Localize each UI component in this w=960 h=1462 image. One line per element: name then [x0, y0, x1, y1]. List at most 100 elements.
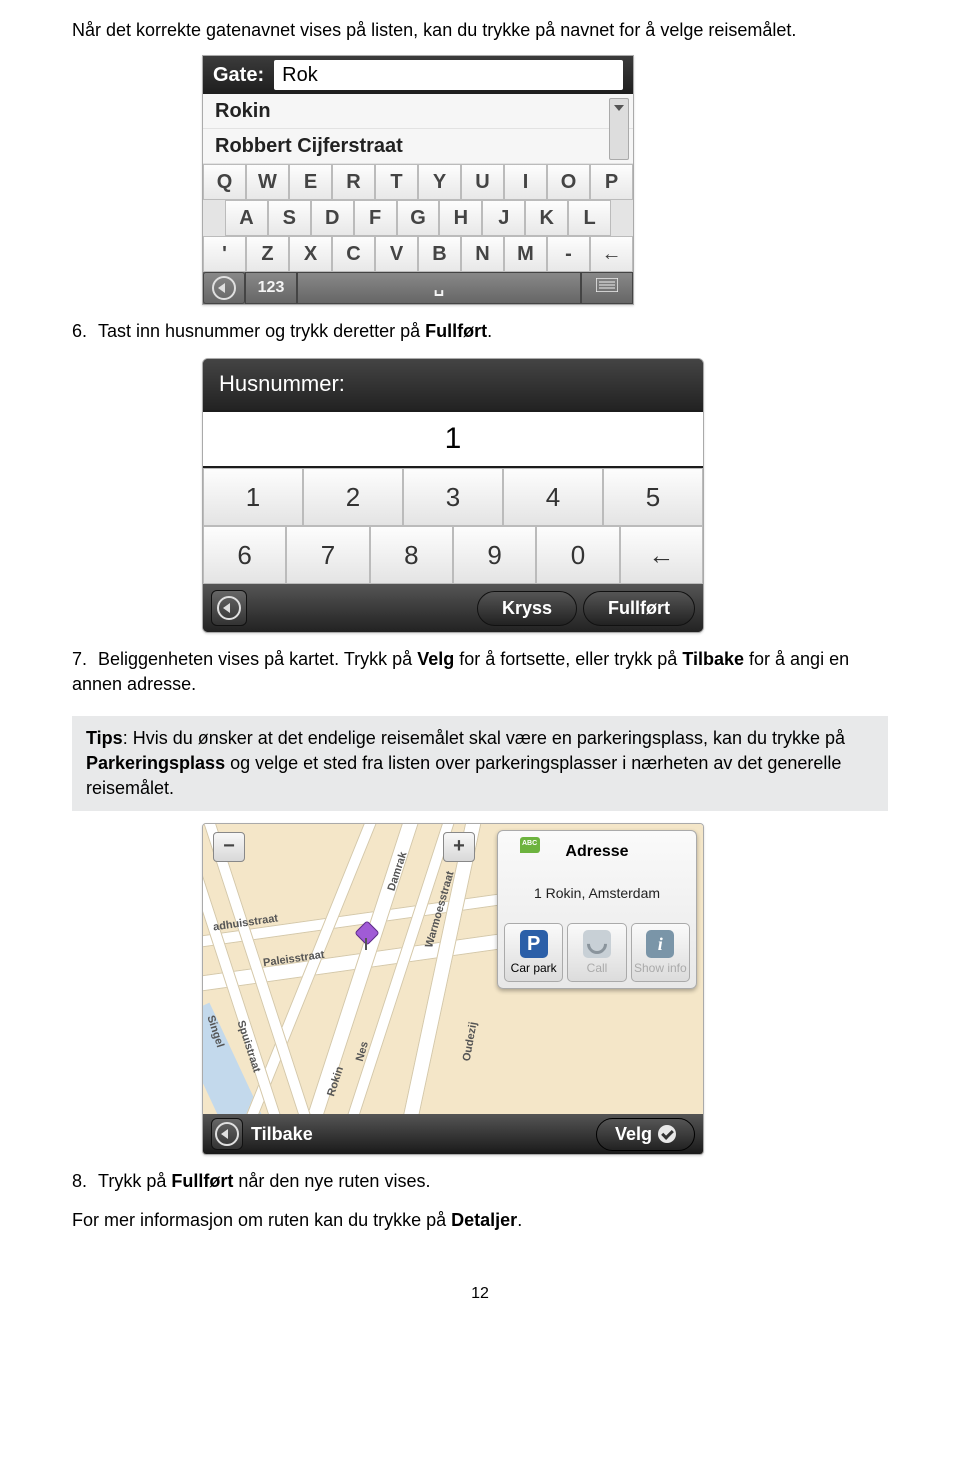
keyboard-key[interactable]: Q	[203, 164, 246, 200]
scrollbar-down-icon[interactable]	[609, 98, 629, 160]
keyboard-key[interactable]: P	[590, 164, 633, 200]
keyboard-key[interactable]: H	[439, 200, 482, 236]
step-7: 7.Beliggenheten vises på kartet. Trykk p…	[72, 647, 888, 701]
info-icon: i	[646, 930, 674, 958]
tip-label: Tips	[86, 728, 123, 748]
step-text: .	[487, 321, 492, 341]
velg-button[interactable]: Velg	[596, 1118, 695, 1151]
keyboard-key[interactable]: V	[375, 236, 418, 272]
tip-box: Tips: Hvis du ønsker at det endelige rei…	[72, 716, 888, 812]
keyboard-key[interactable]: X	[289, 236, 332, 272]
house-number-screenshot: Husnummer: 1 12345 67890← Kryss Fullført	[202, 358, 704, 633]
numpad-key[interactable]: 5	[603, 468, 703, 526]
keyboard-key[interactable]: -	[547, 236, 590, 272]
step-text: når den nye ruten vises.	[233, 1171, 430, 1191]
keyboard-key[interactable]: J	[482, 200, 525, 236]
keyboard-key[interactable]: U	[461, 164, 504, 200]
numpad-key[interactable]: 9	[453, 526, 536, 584]
step-text: Tast inn husnummer og trykk deretter på	[98, 321, 425, 341]
keyboard-key[interactable]: M	[504, 236, 547, 272]
keyboard-key[interactable]: W	[246, 164, 289, 200]
back-circle-icon	[212, 276, 236, 300]
tilbake-label[interactable]: Tilbake	[251, 1122, 313, 1147]
numpad-key[interactable]: 1	[203, 468, 303, 526]
street-input[interactable]: Rok	[274, 60, 623, 90]
zoom-out-button[interactable]: −	[213, 832, 245, 862]
keyboard-key[interactable]: G	[397, 200, 440, 236]
panel-btn-label: Show info	[634, 961, 687, 975]
step-number: 7.	[72, 647, 98, 672]
numpad-key[interactable]: 6	[203, 526, 286, 584]
suggestion-list: Rokin Robbert Cijferstraat	[203, 94, 633, 164]
numpad-key[interactable]: 3	[403, 468, 503, 526]
keyboard-key[interactable]: T	[375, 164, 418, 200]
house-number-input[interactable]: 1	[203, 412, 703, 466]
street-search-screenshot: Gate: Rok Rokin Robbert Cijferstraat QWE…	[202, 55, 634, 305]
final-text: For mer informasjon om ruten kan du tryk…	[72, 1210, 451, 1230]
suggestion-item[interactable]: Rokin	[203, 94, 633, 129]
phone-icon	[583, 930, 611, 958]
keyboard-key[interactable]: D	[311, 200, 354, 236]
space-key[interactable]: ␣	[297, 272, 581, 304]
keyboard-key[interactable]: F	[354, 200, 397, 236]
numeric-mode-key[interactable]: 123	[245, 272, 297, 304]
gate-label: Gate:	[213, 61, 264, 89]
panel-btn-label: Car park	[511, 961, 557, 975]
numpad-key[interactable]: 4	[503, 468, 603, 526]
keyboard-key[interactable]: A	[225, 200, 268, 236]
final-text: .	[517, 1210, 522, 1230]
tip-text: : Hvis du ønsker at det endelige reisemå…	[123, 728, 845, 748]
keyboard-key[interactable]: E	[289, 164, 332, 200]
keyboard-key[interactable]: K	[525, 200, 568, 236]
numpad-back-button[interactable]	[211, 590, 247, 626]
kryss-button[interactable]: Kryss	[477, 591, 577, 626]
step-bold: Fullført	[425, 321, 487, 341]
keyboard-key[interactable]: S	[268, 200, 311, 236]
keyboard-key[interactable]: Z	[246, 236, 289, 272]
keyboard-key[interactable]: C	[332, 236, 375, 272]
keyboard-key[interactable]: Y	[418, 164, 461, 200]
numpad-key[interactable]: 0	[536, 526, 619, 584]
numpad-key[interactable]: 7	[286, 526, 369, 584]
parking-icon: P	[520, 930, 548, 958]
numpad-key[interactable]: 8	[370, 526, 453, 584]
intro-text: Når det korrekte gatenavnet vises på lis…	[72, 18, 888, 43]
keyboard-key[interactable]: ←	[590, 236, 633, 272]
suggestion-item[interactable]: Robbert Cijferstraat	[203, 129, 633, 164]
keyboard-key[interactable]: L	[568, 200, 611, 236]
keyboard-key[interactable]: I	[504, 164, 547, 200]
numpad-key[interactable]: 2	[303, 468, 403, 526]
keyboard-key[interactable]: '	[203, 236, 246, 272]
step-number: 6.	[72, 319, 98, 344]
panel-title: Adresse	[565, 843, 628, 860]
back-circle-icon	[215, 1122, 239, 1146]
keyboard-key[interactable]: B	[418, 236, 461, 272]
keyboard-key[interactable]: R	[332, 164, 375, 200]
car-park-button[interactable]: P Car park	[504, 923, 563, 982]
fullfort-button[interactable]: Fullført	[583, 591, 695, 626]
keyboard-back-button[interactable]	[203, 272, 245, 304]
step-bold: Velg	[417, 649, 454, 669]
step-text: Trykk på	[98, 1171, 171, 1191]
velg-label: Velg	[615, 1122, 652, 1147]
numpad-key[interactable]: ←	[620, 526, 703, 584]
map-back-button[interactable]	[211, 1118, 243, 1150]
final-bold: Detaljer	[451, 1210, 517, 1230]
map-screenshot: Damrak Warmoesstraat Paleisstraat adhuis…	[202, 823, 704, 1155]
keyboard-key[interactable]: O	[547, 164, 590, 200]
back-circle-icon	[217, 596, 241, 620]
map-pin-icon	[358, 924, 376, 950]
keyboard-toggle-key[interactable]	[581, 272, 633, 304]
step-bold: Fullført	[171, 1171, 233, 1191]
zoom-in-button[interactable]: +	[443, 832, 475, 862]
step-8: 8.Trykk på Fullført når den nye ruten vi…	[72, 1169, 888, 1194]
keyboard-key[interactable]: N	[461, 236, 504, 272]
step-6: 6.Tast inn husnummer og trykk deretter p…	[72, 319, 888, 344]
address-tag-icon	[520, 837, 540, 853]
checkmark-icon	[658, 1125, 676, 1143]
street-label: Oudezij	[460, 1021, 482, 1063]
step-bold: Tilbake	[682, 649, 744, 669]
call-button[interactable]: Call	[567, 923, 626, 982]
show-info-button[interactable]: i Show info	[631, 923, 690, 982]
step-text: Beliggenheten vises på kartet. Trykk på	[98, 649, 417, 669]
